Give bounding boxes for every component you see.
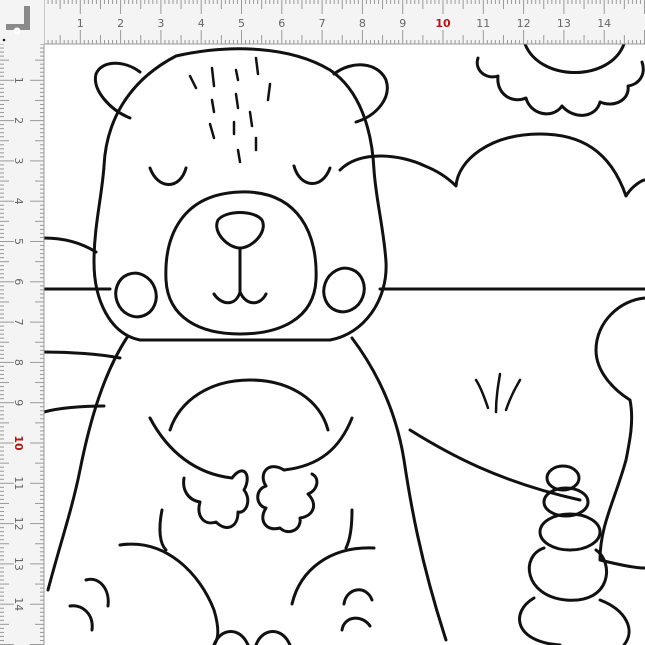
ruler-top-label: 2 [117,17,124,30]
ruler-top-labels: 01234567891011121314 [36,17,611,30]
ruler-left-label: 4 [12,198,25,205]
ruler-top-label: 11 [476,17,490,30]
ruler-top-label: 12 [517,17,531,30]
ruler-left-label: 12 [12,517,25,531]
ruler-left-label: 3 [12,157,25,164]
ruler-left-label: 9 [12,399,25,406]
ruler-origin-handle[interactable] [0,0,44,44]
ruler-top-label: 7 [319,17,326,30]
ruler-top-label: 4 [198,17,205,30]
ruler-top-label: 1 [77,17,84,30]
ruler-left-label: 6 [12,278,25,285]
ruler-top-label: 6 [278,17,285,30]
ruler-left-label: 7 [12,319,25,326]
ruler-left-label: 2 [12,117,25,124]
ruler-left-label: 11 [12,476,25,490]
ruler-left-label: 5 [12,238,25,245]
ruler-top-label: 3 [157,17,164,30]
ruler-left-label: 13 [12,557,25,571]
ruler-top-label: 5 [238,17,245,30]
ruler-top-label: 10 [435,17,451,30]
coloring-page: 01234567891011121314 1234567891011121314 [0,0,645,645]
ruler-top-label: 13 [557,17,571,30]
ruler-origin-dot [13,27,21,35]
ruler-left: 1234567891011121314 [0,0,45,645]
ruler-left-label: 14 [12,597,25,611]
ruler-left-label: 8 [12,359,25,366]
ruler-top-label: 14 [597,17,611,30]
canvas-background [0,0,645,645]
ruler-left-label: 10 [12,435,25,451]
ruler-top-label: 9 [399,17,406,30]
ruler-corner [0,0,44,44]
ruler-top-label: 8 [359,17,366,30]
ruler-left-label: 1 [12,77,25,84]
ruler-top: 01234567891011121314 [0,0,645,45]
